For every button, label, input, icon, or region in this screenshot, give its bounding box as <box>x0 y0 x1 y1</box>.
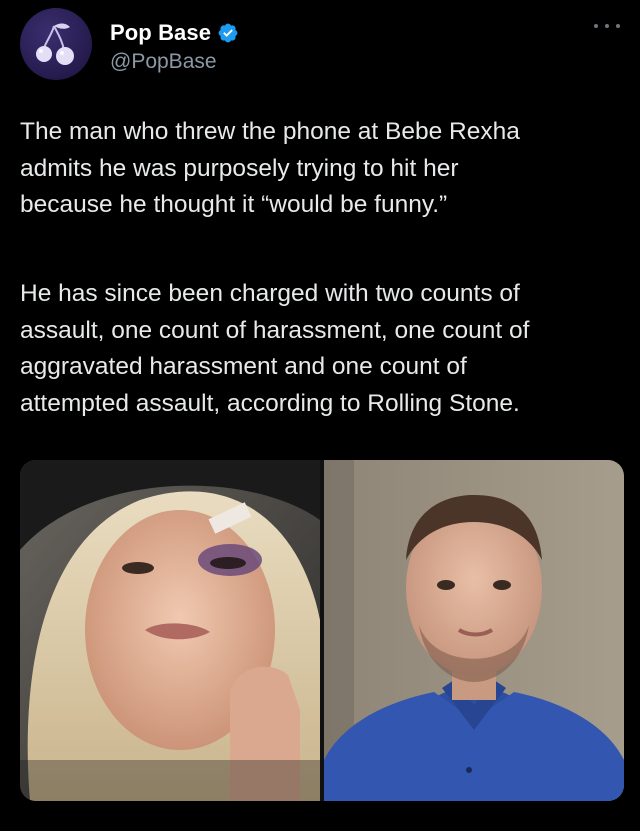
tweet-paragraph-2: He has since been charged with two count… <box>20 276 620 422</box>
more-options-icon[interactable] <box>594 18 620 34</box>
tweet-text-line: He has since been charged with two count… <box>20 280 520 307</box>
media-image-right[interactable] <box>324 460 624 801</box>
tweet-text-line: The man who threw the phone at Bebe Rexh… <box>20 118 520 145</box>
media-image-left[interactable] <box>20 460 320 801</box>
tweet-paragraph-1: The man who threw the phone at Bebe Rexh… <box>20 114 620 224</box>
name-row: Pop Base <box>110 18 239 48</box>
cherries-logo-icon <box>36 23 74 65</box>
more-dot <box>616 24 620 28</box>
tweet-text-line: admits he was purposely trying to hit he… <box>20 154 459 182</box>
tweet-text-line: attempted assault, according to Rolling … <box>20 389 520 417</box>
selfie-photo <box>20 460 320 801</box>
media-grid <box>20 460 624 801</box>
display-name[interactable]: Pop Base <box>110 20 211 46</box>
verified-badge-icon <box>218 23 238 43</box>
portrait-photo <box>324 460 624 801</box>
avatar[interactable] <box>20 8 92 80</box>
more-dot <box>594 24 598 28</box>
tweet-header: Pop Base @PopBase <box>20 8 620 88</box>
tweet: Pop Base @PopBase The man who threw the … <box>0 0 640 831</box>
more-dot <box>605 24 609 28</box>
tweet-text-line: assault, one count of harassment, one co… <box>20 316 530 344</box>
tweet-text-line: aggravated harassment and one count of <box>20 353 467 380</box>
tweet-text-line: because he thought it “would be funny.” <box>20 191 448 218</box>
handle[interactable]: @PopBase <box>110 50 217 74</box>
